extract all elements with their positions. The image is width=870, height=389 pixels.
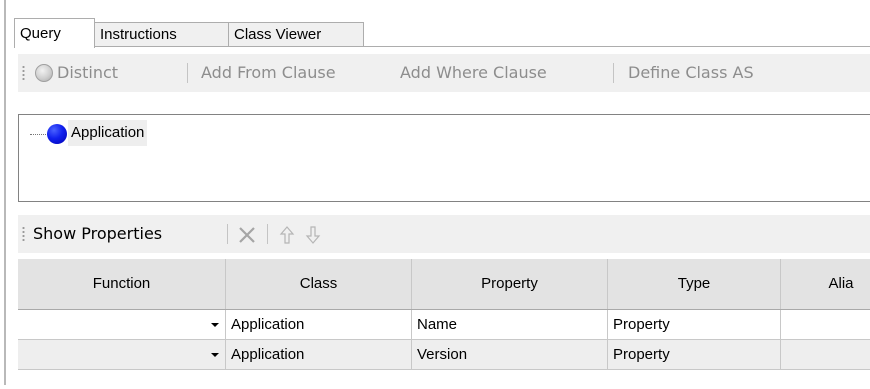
add-from-clause-button[interactable]: Add From Clause bbox=[201, 62, 336, 84]
toolbar-separator bbox=[613, 63, 614, 83]
properties-grid: Function Class Property Type Alia Applic… bbox=[18, 259, 870, 389]
chevron-down-icon[interactable] bbox=[208, 349, 221, 361]
tree-connector-line bbox=[30, 134, 48, 135]
blue-circle-icon bbox=[47, 124, 67, 144]
define-class-as-button[interactable]: Define Class AS bbox=[628, 62, 754, 84]
toolbar-separator bbox=[227, 224, 228, 244]
grid-header: Function Class Property Type Alia bbox=[18, 259, 870, 310]
class-cell[interactable]: Application bbox=[226, 340, 412, 370]
alias-cell[interactable] bbox=[781, 310, 870, 340]
chevron-down-icon[interactable] bbox=[208, 319, 221, 331]
tab-strip: Query Instructions Class Viewer bbox=[14, 18, 870, 48]
tab-class-viewer[interactable]: Class Viewer bbox=[228, 22, 364, 46]
query-toolbar: Distinct Add From Clause Add Where Claus… bbox=[18, 54, 870, 92]
window-left-border bbox=[4, 0, 6, 385]
add-where-clause-button[interactable]: Add Where Clause bbox=[400, 62, 547, 84]
query-tree-view[interactable]: Application bbox=[18, 114, 870, 202]
tab-instructions[interactable]: Instructions bbox=[94, 22, 229, 46]
properties-toolbar: Show Properties bbox=[18, 215, 870, 253]
toolbar-grip[interactable] bbox=[22, 65, 25, 81]
property-cell[interactable]: Name bbox=[412, 310, 608, 340]
distinct-button[interactable]: Distinct bbox=[57, 62, 118, 84]
distinct-radio-icon[interactable] bbox=[35, 64, 53, 82]
type-cell[interactable]: Property bbox=[608, 310, 781, 340]
column-header-type[interactable]: Type bbox=[608, 259, 781, 309]
table-row[interactable]: Application Name Property bbox=[18, 310, 870, 340]
column-header-function[interactable]: Function bbox=[18, 259, 226, 309]
toolbar-separator bbox=[187, 63, 188, 83]
column-header-property[interactable]: Property bbox=[412, 259, 608, 309]
tab-query[interactable]: Query bbox=[14, 18, 95, 48]
toolbar-grip[interactable] bbox=[22, 226, 25, 242]
column-header-alias[interactable]: Alia bbox=[781, 259, 870, 309]
function-cell[interactable] bbox=[18, 310, 226, 340]
query-panel: Distinct Add From Clause Add Where Claus… bbox=[18, 47, 870, 385]
move-down-arrow-icon[interactable] bbox=[305, 225, 321, 245]
table-row[interactable]: Application Version Property bbox=[18, 340, 870, 370]
alias-cell[interactable] bbox=[781, 340, 870, 370]
type-cell[interactable]: Property bbox=[608, 340, 781, 370]
tree-node-application[interactable]: Application bbox=[68, 120, 148, 146]
toolbar-separator bbox=[267, 224, 268, 244]
show-properties-button[interactable]: Show Properties bbox=[33, 223, 162, 245]
move-up-arrow-icon[interactable] bbox=[279, 225, 295, 245]
property-cell[interactable]: Version bbox=[412, 340, 608, 370]
delete-x-icon[interactable] bbox=[237, 226, 257, 244]
column-header-class[interactable]: Class bbox=[226, 259, 412, 309]
class-cell[interactable]: Application bbox=[226, 310, 412, 340]
function-cell[interactable] bbox=[18, 340, 226, 370]
